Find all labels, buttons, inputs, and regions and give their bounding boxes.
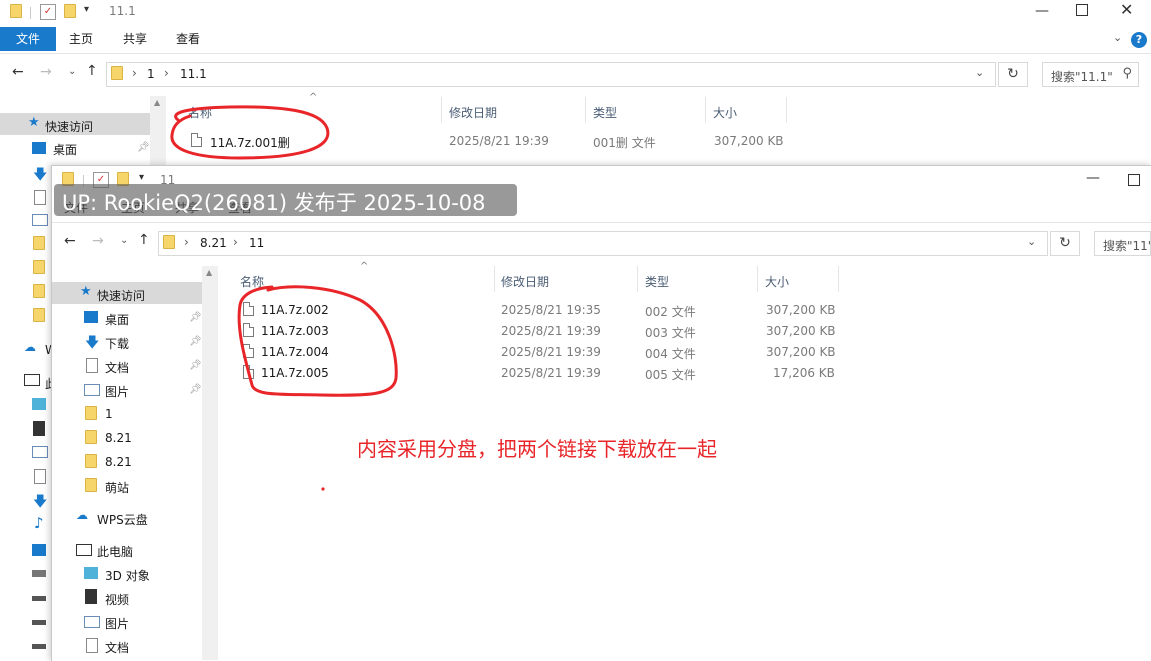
annotation-circle-back <box>170 105 330 160</box>
annotation-circle-front <box>237 285 398 397</box>
annotation-text: 内容采用分盘，把两个链接下载放在一起 <box>357 437 717 461</box>
annotation-dot <box>321 487 325 491</box>
annotation-layer <box>170 105 398 491</box>
